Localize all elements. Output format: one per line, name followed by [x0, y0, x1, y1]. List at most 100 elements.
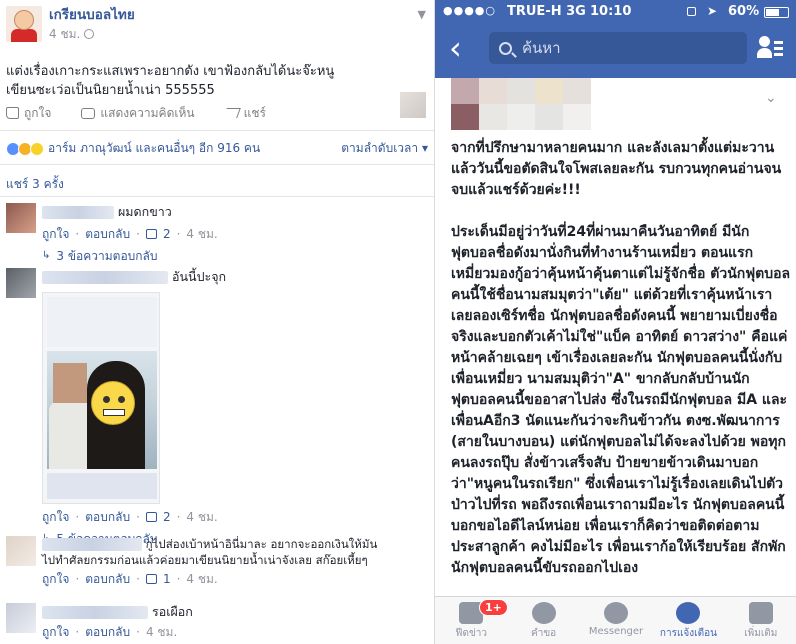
tab-label: เพิ่มเติม	[744, 628, 778, 639]
post-text: แต่งเรื่องเกาะกระแสเพราะอยากดัง เขาฟ้องก…	[6, 62, 426, 100]
commenter-name[interactable]	[42, 206, 114, 219]
image-screenshot-header	[47, 297, 157, 347]
like-label: ถูกใจ	[24, 105, 52, 120]
search-icon	[499, 41, 512, 55]
comment-like-count[interactable]: 1	[163, 570, 171, 588]
comment-time[interactable]: 4 ชม.	[146, 623, 177, 641]
tab-messenger[interactable]: Messenger	[580, 597, 652, 644]
comment-actions: ถูกใจ · ตอบกลับ · 2 · 4 ชม.	[42, 508, 218, 526]
comment-text: ไปทำศัลยกรรมก่อนแล้วค่อยมาเขียนนิยายน้ำเ…	[42, 553, 368, 567]
blurred-face	[53, 363, 87, 403]
tab-requests[interactable]: คำขอ	[507, 597, 579, 644]
post-text-line: เขียนซะเว่อเป็นนิยายน้ำเน่า 555555	[6, 83, 215, 98]
emoji-eye	[118, 396, 125, 403]
friends-icon	[531, 602, 556, 624]
comment-reply-link[interactable]: ตอบกลับ	[85, 225, 130, 243]
commenter-avatar[interactable]	[6, 203, 36, 233]
tab-notifications[interactable]: การแจ้งเตือน	[652, 597, 724, 644]
back-chevron-icon[interactable]: ‹	[449, 32, 462, 64]
emoji-eye	[103, 396, 110, 403]
like-button[interactable]: ถูกใจ	[6, 104, 51, 123]
status-time: 10:10	[590, 4, 632, 19]
signal-strength: ●●●●○	[443, 4, 496, 17]
commenter-name[interactable]	[42, 606, 148, 619]
page-name[interactable]: เกรียนบอลไทย	[49, 6, 135, 24]
emoji-face-icon	[91, 381, 135, 425]
page-avatar[interactable]	[6, 6, 42, 42]
commenter-name[interactable]	[42, 271, 168, 284]
divider	[0, 164, 434, 165]
comment-text: ผมดกขาว	[117, 204, 172, 219]
ios-facebook-app: ●●●●○ TRUE-H 3G 10:10 ➤ 60% ‹ ค้นหา ⌄ จา…	[434, 0, 796, 644]
wow-reaction-icon	[30, 141, 44, 156]
search-placeholder: ค้นหา	[522, 39, 561, 57]
tab-label: Messenger	[588, 626, 644, 637]
post-time-label: 4 ชม.	[49, 27, 81, 41]
commenter-name[interactable]	[42, 538, 142, 551]
post-text-line: แต่งเรื่องเกาะกระแสเพราะอยากดัง เขาฟ้องก…	[6, 64, 335, 79]
sort-label: ตามลำดับเวลา	[341, 141, 419, 155]
avatar-shirt	[11, 29, 37, 42]
comment-like-link[interactable]: ถูกใจ	[42, 508, 69, 526]
comment-text: รอเผือก	[151, 604, 193, 619]
emoji-mouth	[103, 409, 125, 416]
comment-like-link[interactable]: ถูกใจ	[42, 225, 69, 243]
menu-icon	[748, 602, 773, 624]
comment-text: อันนี้ปะจุก	[171, 269, 227, 284]
commenter-avatar[interactable]	[6, 268, 36, 298]
comment-image[interactable]	[42, 292, 160, 504]
share-button[interactable]: แชร์	[222, 104, 266, 123]
sort-dropdown[interactable]: ตามลำดับเวลา ▾	[341, 139, 428, 158]
comment-reply-link[interactable]: ตอบกลับ	[85, 570, 130, 588]
comment-icon	[81, 107, 96, 119]
comment-like-link[interactable]: ถูกใจ	[42, 623, 69, 641]
comment-like-link[interactable]: ถูกใจ	[42, 570, 69, 588]
comment-reply-link[interactable]: ตอบกลับ	[85, 623, 130, 641]
caret-down-icon: ▾	[421, 141, 428, 155]
commenter-avatar[interactable]	[6, 536, 36, 566]
avatar-face	[14, 10, 34, 30]
comment-actions: ถูกใจ · ตอบกลับ · 4 ชม.	[42, 623, 178, 641]
image-photo	[47, 351, 157, 469]
status-bar: ●●●●○ TRUE-H 3G 10:10 ➤ 60%	[435, 0, 796, 24]
rotation-lock-icon	[687, 7, 696, 16]
globe-icon	[84, 29, 95, 39]
blurred-profile-header	[451, 78, 591, 130]
notification-badge: 1+	[479, 599, 508, 616]
tab-bar: ฟีดข่าว 1+ คำขอ Messenger การแจ้งเตือน เ…	[435, 596, 796, 644]
comment-time[interactable]: 4 ชม.	[186, 570, 217, 588]
post-header: เกรียนบอลไทย 4 ชม.	[6, 6, 135, 42]
comment-like-count[interactable]: 2	[163, 508, 171, 526]
thumbs-up-icon	[145, 574, 157, 584]
battery-percent: 60%	[728, 4, 760, 19]
shares-count[interactable]: แชร์ 3 ครั้ง	[6, 175, 64, 194]
tab-news-feed[interactable]: ฟีดข่าว 1+	[435, 597, 508, 644]
thumbs-up-icon	[145, 229, 157, 239]
image-screenshot-footer	[47, 473, 157, 499]
friends-list-icon[interactable]	[757, 36, 783, 60]
chevron-down-icon[interactable]: ⌄	[765, 90, 777, 106]
thumbs-up-icon	[145, 512, 157, 522]
thumbs-up-icon	[6, 107, 19, 119]
tab-more[interactable]: เพิ่มเติม	[725, 597, 796, 644]
post-time[interactable]: 4 ชม.	[49, 26, 135, 42]
messenger-icon	[604, 602, 629, 624]
comment-time[interactable]: 4 ชม.	[186, 225, 217, 243]
divider	[0, 196, 434, 197]
comment-like-count[interactable]: 2	[163, 225, 171, 243]
comment-actions: ถูกใจ · ตอบกลับ · 1 · 4 ชม.	[42, 570, 218, 588]
tab-label: การแจ้งเตือน	[659, 628, 717, 639]
commenter-avatar[interactable]	[6, 603, 36, 633]
search-input[interactable]: ค้นหา	[489, 32, 747, 64]
comment-reply-link[interactable]: ตอบกลับ	[85, 508, 130, 526]
ios-navbar: ●●●●○ TRUE-H 3G 10:10 ➤ 60% ‹ ค้นหา	[435, 0, 796, 78]
viewer-avatar	[400, 92, 426, 118]
comment-time[interactable]: 4 ชม.	[186, 508, 217, 526]
comment-button[interactable]: แสดงความคิดเห็น	[81, 104, 195, 123]
share-label: แชร์	[243, 105, 266, 120]
comment-actions: ถูกใจ · ตอบกลับ · 2 · 4 ชม.	[42, 225, 218, 243]
comment-label: แสดงความคิดเห็น	[100, 105, 195, 120]
location-arrow-icon: ➤	[707, 4, 718, 18]
post-options-chevron-icon[interactable]: ▼	[418, 8, 426, 21]
view-replies-link[interactable]: ↳ 3 ข้อความตอบกลับ	[42, 247, 428, 265]
